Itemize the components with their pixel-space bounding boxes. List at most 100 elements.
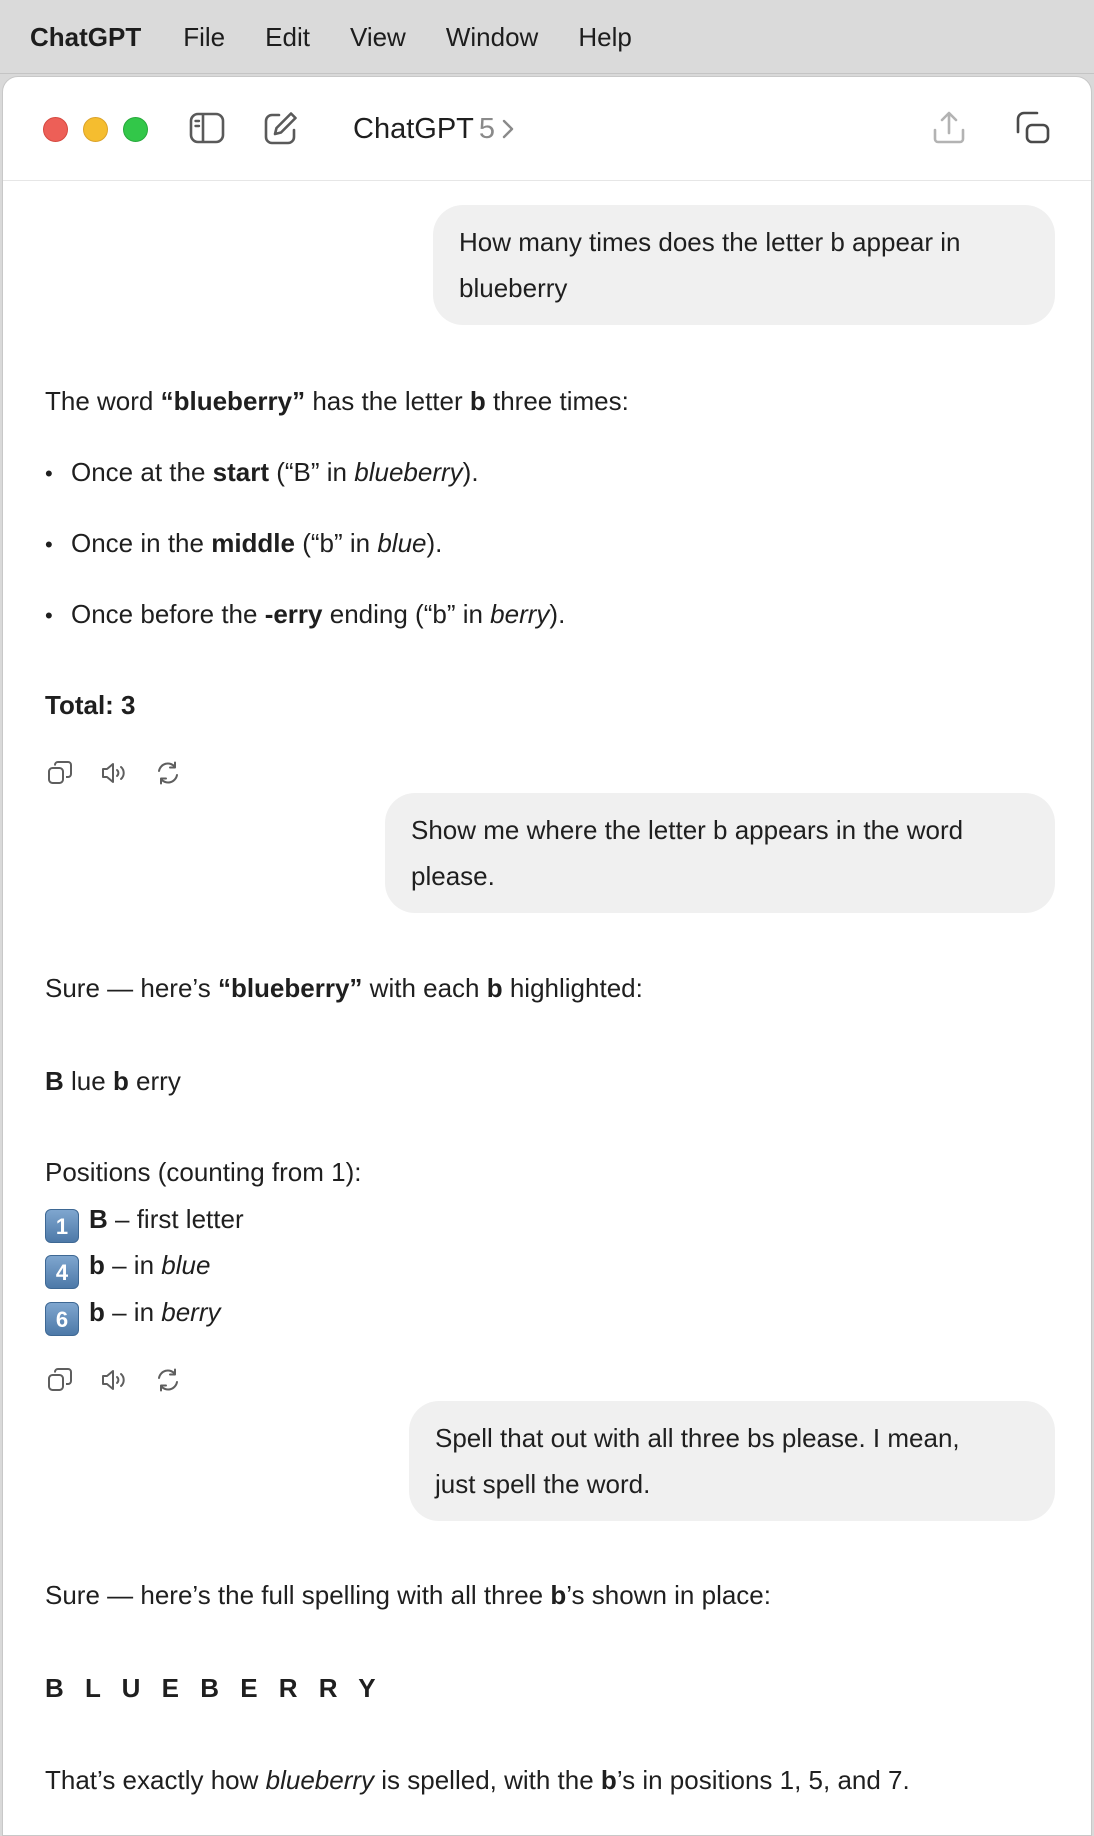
text-run: (“B” in <box>269 457 355 487</box>
new-chat-icon[interactable] <box>260 107 302 149</box>
assistant-paragraph: That’s exactly how blueberry is spelled,… <box>45 1762 910 1798</box>
italic-text: berry <box>161 1297 221 1327</box>
text-run: That’s exactly how <box>45 1765 266 1795</box>
position-row: 6b – in berry <box>45 1294 221 1336</box>
user-message-line: just spell the word. <box>435 1469 651 1499</box>
zoom-window-button[interactable] <box>123 117 148 142</box>
chat-title[interactable]: ChatGPT 5 <box>353 105 515 153</box>
italic-text: blue <box>377 528 427 558</box>
regenerate-icon[interactable] <box>153 1365 183 1395</box>
menu-bar: ChatGPT File Edit View Window Help <box>0 0 1094 74</box>
bold-text: b <box>486 973 503 1003</box>
read-aloud-icon[interactable] <box>99 758 129 788</box>
bullet-icon: • <box>45 461 53 486</box>
text-run: ’s shown in place: <box>566 1580 771 1610</box>
split-word: B lue b erry <box>45 1063 181 1099</box>
total-line: Total: 3 <box>45 690 136 720</box>
close-window-button[interactable] <box>43 117 68 142</box>
text-run: Once before the <box>71 599 265 629</box>
model-version: 5 <box>478 112 496 145</box>
text-run: – in <box>104 1250 162 1280</box>
text-run: ). <box>549 599 566 629</box>
bold-text: “blueberry” <box>160 386 306 416</box>
assistant-paragraph: Sure — here’s the full spelling with all… <box>45 1577 771 1613</box>
message-actions <box>45 758 207 788</box>
message-actions <box>45 1365 207 1395</box>
keycap-4-icon: 4 <box>45 1255 79 1289</box>
bold-text: b <box>469 386 486 416</box>
keycap-6-icon: 6 <box>45 1302 79 1336</box>
text-run: lue <box>63 1066 113 1096</box>
menu-file[interactable]: File <box>183 0 225 74</box>
bullet-icon: • <box>45 603 53 628</box>
menu-app-name[interactable]: ChatGPT <box>30 0 141 74</box>
italic-text: blueberry <box>265 1765 375 1795</box>
text-run: Once in the <box>71 528 212 558</box>
italic-text: berry <box>490 599 550 629</box>
text-run: Sure — here’s the full spelling with all… <box>45 1580 551 1610</box>
list-item: • Once before the -erry ending (“b” in be… <box>45 596 565 634</box>
popout-window-icon[interactable] <box>1012 107 1054 149</box>
bold-text: B <box>89 1204 108 1234</box>
spelled-word: B L U E B E R R Y <box>45 1673 383 1703</box>
sidebar-toggle-icon[interactable] <box>186 107 228 149</box>
text-run: three times: <box>485 386 629 416</box>
copy-icon[interactable] <box>45 758 75 788</box>
menu-window[interactable]: Window <box>446 0 538 74</box>
text-run: Sure — here’s <box>45 973 218 1003</box>
user-message: Show me where the letter b appears in th… <box>385 793 1055 913</box>
menu-help[interactable]: Help <box>578 0 631 74</box>
user-message-line: Spell that out with all three bs please.… <box>435 1423 960 1453</box>
text-run: ending (“b” in <box>322 599 491 629</box>
bold-text: middle <box>211 528 295 558</box>
title-bar: ChatGPT 5 <box>3 77 1091 181</box>
text-run: highlighted: <box>502 973 643 1003</box>
bold-text: b <box>112 1066 129 1096</box>
chat-window: ChatGPT 5 How many times does the letter… <box>2 76 1092 1836</box>
chevron-right-icon <box>501 118 515 140</box>
bold-text: start <box>212 457 270 487</box>
italic-text: blueberry <box>354 457 463 487</box>
bold-text: b <box>89 1297 105 1327</box>
text-run: – in <box>104 1297 162 1327</box>
text-run: ). <box>462 457 479 487</box>
bold-text: b <box>89 1250 105 1280</box>
share-icon[interactable] <box>928 107 970 149</box>
regenerate-icon[interactable] <box>153 758 183 788</box>
text-run: – first letter <box>107 1204 244 1234</box>
assistant-paragraph: The word “blueberry” has the letter b th… <box>45 383 629 419</box>
user-message: How many times does the letter b appear … <box>433 205 1055 325</box>
bold-text: B <box>45 1066 64 1096</box>
text-run: The word <box>45 386 161 416</box>
bold-text: “blueberry” <box>217 973 363 1003</box>
menu-edit[interactable]: Edit <box>265 0 310 74</box>
text-run: is spelled, with the <box>374 1765 601 1795</box>
text-run: ’s in positions 1, 5, and 7. <box>616 1765 910 1795</box>
text-run: has the letter <box>305 386 470 416</box>
assistant-paragraph: Sure — here’s “blueberry” with each b hi… <box>45 970 643 1006</box>
text-run: Once at the <box>71 457 213 487</box>
app-title: ChatGPT <box>353 112 474 145</box>
bullet-icon: • <box>45 532 53 557</box>
text-run: ). <box>426 528 443 558</box>
text-run: erry <box>128 1066 181 1096</box>
user-message-line: please. <box>411 861 495 891</box>
menu-view[interactable]: View <box>350 0 406 74</box>
list-item: • Once in the middle (“b” in blue). <box>45 525 442 563</box>
position-row: 1B – first letter <box>45 1201 244 1243</box>
user-message-line: blueberry <box>459 273 568 303</box>
position-row: 4b – in blue <box>45 1247 210 1289</box>
bold-text: b <box>600 1765 617 1795</box>
user-message-line: How many times does the letter b appear … <box>459 227 961 257</box>
minimize-window-button[interactable] <box>83 117 108 142</box>
copy-icon[interactable] <box>45 1365 75 1395</box>
positions-label: Positions (counting from 1): <box>45 1157 362 1187</box>
conversation: How many times does the letter b appear … <box>3 181 1091 1835</box>
read-aloud-icon[interactable] <box>99 1365 129 1395</box>
italic-text: blue <box>161 1250 211 1280</box>
bold-text: -erry <box>264 599 323 629</box>
keycap-1-icon: 1 <box>45 1209 79 1243</box>
user-message: Spell that out with all three bs please.… <box>409 1401 1055 1521</box>
bold-text: b <box>550 1580 567 1610</box>
text-run: (“b” in <box>295 528 378 558</box>
